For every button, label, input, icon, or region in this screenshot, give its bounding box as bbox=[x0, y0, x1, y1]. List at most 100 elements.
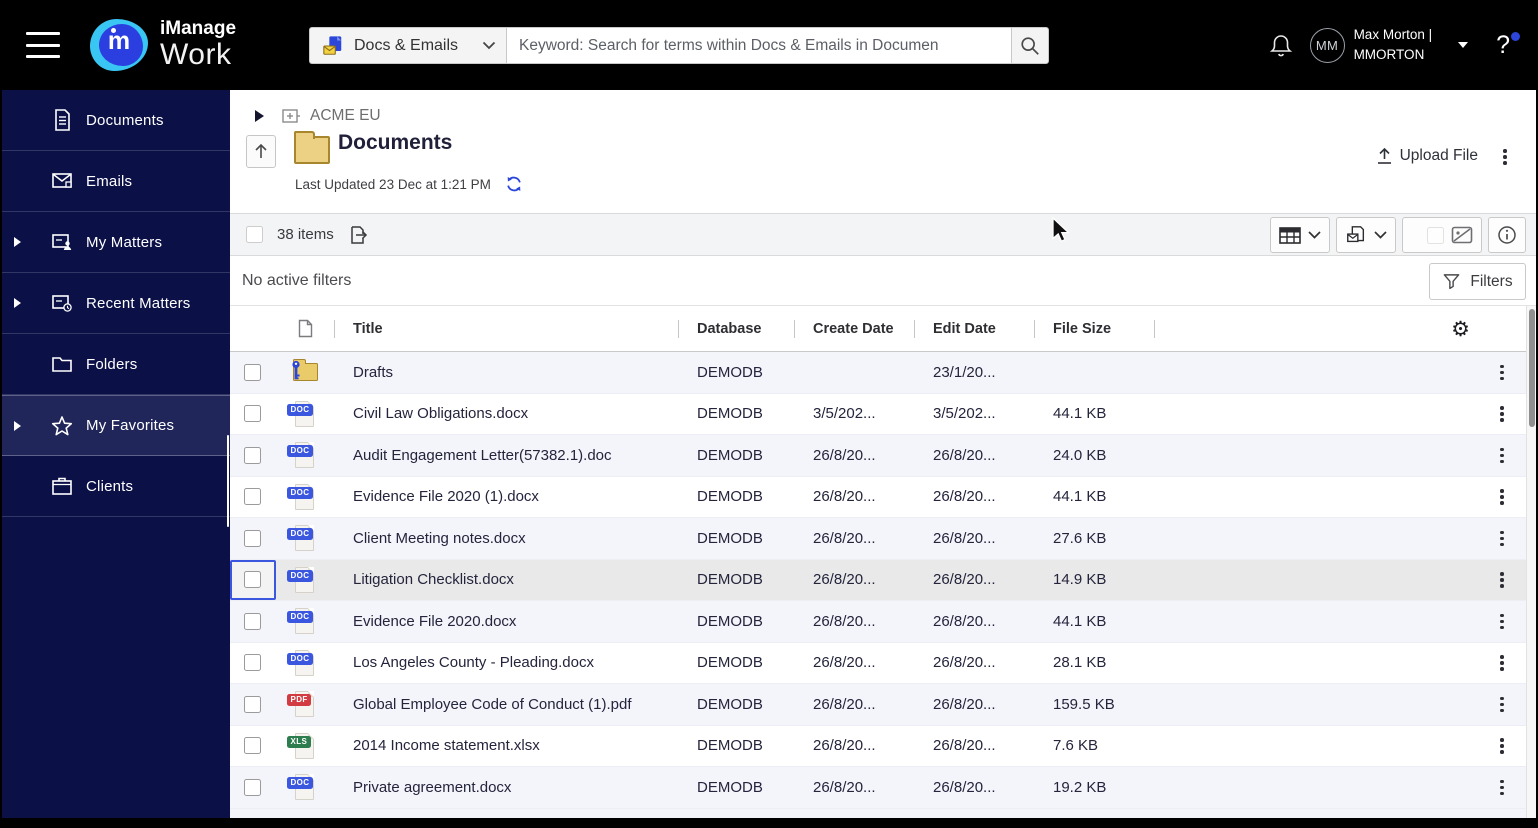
table-row[interactable]: DOC bbox=[230, 642, 1526, 684]
bulk-select-checkbox[interactable] bbox=[1427, 226, 1444, 244]
row-checkbox[interactable] bbox=[244, 529, 261, 547]
cell-title[interactable]: Los Angeles County - Pleading.docx bbox=[334, 654, 678, 671]
cell-create-date: 26/8/20... bbox=[813, 778, 876, 796]
column-header-edit-date[interactable]: Edit Date bbox=[914, 306, 1034, 351]
upload-file-button[interactable]: Upload File bbox=[1376, 146, 1478, 165]
table-row[interactable]: Drafts DEMODB 23/1/20... bbox=[230, 352, 1526, 394]
cell-title[interactable]: Civil Law Obligations.docx bbox=[334, 405, 678, 422]
row-actions-kebab[interactable] bbox=[1492, 486, 1512, 508]
table-scrollbar-thumb[interactable] bbox=[1528, 309, 1535, 427]
expand-arrow-icon[interactable] bbox=[14, 420, 21, 431]
column-header-database[interactable]: Database bbox=[678, 306, 794, 351]
cell-title[interactable]: Audit Engagement Letter(57382.1).doc bbox=[334, 447, 678, 464]
row-checkbox[interactable] bbox=[244, 695, 261, 713]
search-scope-dropdown[interactable]: Docs & Emails bbox=[309, 27, 506, 64]
table-scrollbar[interactable] bbox=[1526, 306, 1536, 818]
cell-title[interactable]: Evidence File 2020.docx bbox=[334, 613, 678, 630]
search-button[interactable] bbox=[1011, 27, 1049, 64]
column-settings-gear-icon[interactable]: ⚙ bbox=[1451, 306, 1470, 351]
export-list-icon[interactable] bbox=[348, 225, 368, 245]
table-row[interactable]: DOC bbox=[230, 435, 1526, 477]
table-row[interactable]: XLS 2014 Income statement.xlsx DEMODB 26… bbox=[230, 725, 1526, 767]
page-actions-kebab[interactable] bbox=[1495, 146, 1515, 168]
help-button[interactable]: ? bbox=[1496, 31, 1520, 60]
sidebar-item-my-matters[interactable]: My Matters bbox=[2, 212, 230, 273]
sidebar-item-my-favorites[interactable]: My Favorites bbox=[2, 395, 230, 456]
user-menu[interactable]: Max Morton | MMORTON bbox=[1354, 25, 1433, 64]
row-actions-kebab[interactable] bbox=[1492, 444, 1512, 466]
row-checkbox[interactable] bbox=[244, 405, 261, 423]
row-actions-kebab[interactable] bbox=[1492, 403, 1512, 425]
select-all-checkbox[interactable] bbox=[246, 226, 263, 243]
row-actions-kebab[interactable] bbox=[1492, 361, 1512, 383]
row-checkbox[interactable] bbox=[244, 446, 261, 464]
search-input[interactable] bbox=[506, 27, 1011, 64]
breadcrumb[interactable]: ACME EU bbox=[255, 107, 381, 125]
info-button[interactable] bbox=[1488, 217, 1526, 253]
column-header-create-date[interactable]: Create Date bbox=[794, 306, 914, 351]
row-actions-kebab[interactable] bbox=[1492, 693, 1512, 715]
row-checkbox[interactable] bbox=[244, 654, 261, 672]
table-view-button[interactable] bbox=[1270, 217, 1330, 253]
cell-title[interactable]: Private agreement.docx bbox=[334, 779, 678, 796]
row-actions-kebab[interactable] bbox=[1492, 735, 1512, 757]
breadcrumb-expand-icon[interactable] bbox=[255, 110, 264, 122]
cell-title[interactable]: Global Employee Code of Conduct (1).pdf bbox=[334, 696, 678, 713]
imanage-logo-icon: m bbox=[90, 19, 148, 71]
hamburger-menu-icon[interactable] bbox=[26, 32, 60, 58]
cell-create-date: 26/8/20... bbox=[813, 737, 876, 755]
file-type-icon: DOC bbox=[287, 565, 320, 595]
row-actions-kebab[interactable] bbox=[1492, 652, 1512, 674]
cell-title[interactable]: Drafts bbox=[334, 364, 678, 381]
column-header-file-size[interactable]: File Size bbox=[1034, 306, 1154, 351]
documents-icon bbox=[55, 109, 70, 131]
cell-edit-date: 23/1/20... bbox=[933, 363, 996, 381]
user-avatar[interactable]: MM bbox=[1309, 27, 1345, 63]
file-type-icon: DOC bbox=[287, 648, 320, 678]
cell-title[interactable]: Evidence File 2020 (1).docx bbox=[334, 488, 678, 505]
sidebar-item-clients[interactable]: Clients bbox=[2, 456, 230, 517]
file-type-column-header[interactable] bbox=[276, 306, 334, 351]
row-checkbox[interactable] bbox=[244, 363, 261, 381]
sidebar-item-documents[interactable]: Documents bbox=[2, 90, 230, 151]
row-checkbox[interactable] bbox=[244, 778, 261, 796]
table-row[interactable]: DOC bbox=[230, 476, 1526, 518]
row-actions-kebab[interactable] bbox=[1492, 527, 1512, 549]
sidebar-item-recent-matters[interactable]: Recent Matters bbox=[2, 273, 230, 334]
main-content: ACME EU Documents Last Updated 23 Dec at… bbox=[230, 90, 1536, 818]
expand-arrow-icon[interactable] bbox=[14, 237, 21, 247]
notifications-bell-icon[interactable] bbox=[1268, 31, 1294, 59]
preview-pane-icon[interactable] bbox=[1451, 226, 1473, 244]
cell-database: DEMODB bbox=[697, 363, 763, 381]
document-list: Drafts DEMODB 23/1/20... DOC Civil Law O… bbox=[230, 352, 1526, 809]
row-checkbox[interactable] bbox=[244, 737, 261, 755]
user-menu-caret-icon[interactable] bbox=[1458, 42, 1469, 48]
docs-emails-view-button[interactable] bbox=[1336, 217, 1396, 253]
cell-title[interactable]: 2014 Income statement.xlsx bbox=[334, 737, 678, 754]
row-actions-kebab[interactable] bbox=[1492, 569, 1512, 591]
row-checkbox[interactable] bbox=[244, 571, 261, 589]
expand-arrow-icon[interactable] bbox=[14, 298, 21, 308]
row-actions-kebab[interactable] bbox=[1492, 610, 1512, 632]
filters-button[interactable]: Filters bbox=[1429, 263, 1526, 300]
sidebar-item-emails[interactable]: Emails bbox=[2, 151, 230, 212]
table-row[interactable]: DOC bbox=[230, 518, 1526, 560]
sidebar-scrollbar-thumb[interactable] bbox=[227, 435, 229, 527]
table-row[interactable]: DOC bbox=[230, 601, 1526, 643]
navigate-up-button[interactable] bbox=[246, 135, 276, 168]
cell-create-date: 3/5/202... bbox=[813, 405, 876, 423]
row-checkbox[interactable] bbox=[244, 488, 261, 506]
docs-and-emails-icon bbox=[323, 35, 342, 55]
top-header: m iManage Work Docs & Emails Keyword: Se… bbox=[2, 0, 1536, 90]
table-row[interactable]: DOC bbox=[230, 559, 1526, 601]
row-checkbox[interactable] bbox=[244, 612, 261, 630]
sidebar-item-folders[interactable]: Folders bbox=[2, 334, 230, 395]
column-header-title[interactable]: Title bbox=[334, 306, 678, 351]
cell-title[interactable]: Client Meeting notes.docx bbox=[334, 530, 678, 547]
cell-title[interactable]: Litigation Checklist.docx bbox=[334, 571, 678, 588]
table-row[interactable]: DOC bbox=[230, 767, 1526, 809]
row-actions-kebab[interactable] bbox=[1492, 776, 1512, 798]
refresh-icon[interactable] bbox=[505, 175, 523, 193]
table-row[interactable]: PDF Global Employee Code of Conduct (1).… bbox=[230, 684, 1526, 726]
table-row[interactable]: DOC bbox=[230, 393, 1526, 435]
